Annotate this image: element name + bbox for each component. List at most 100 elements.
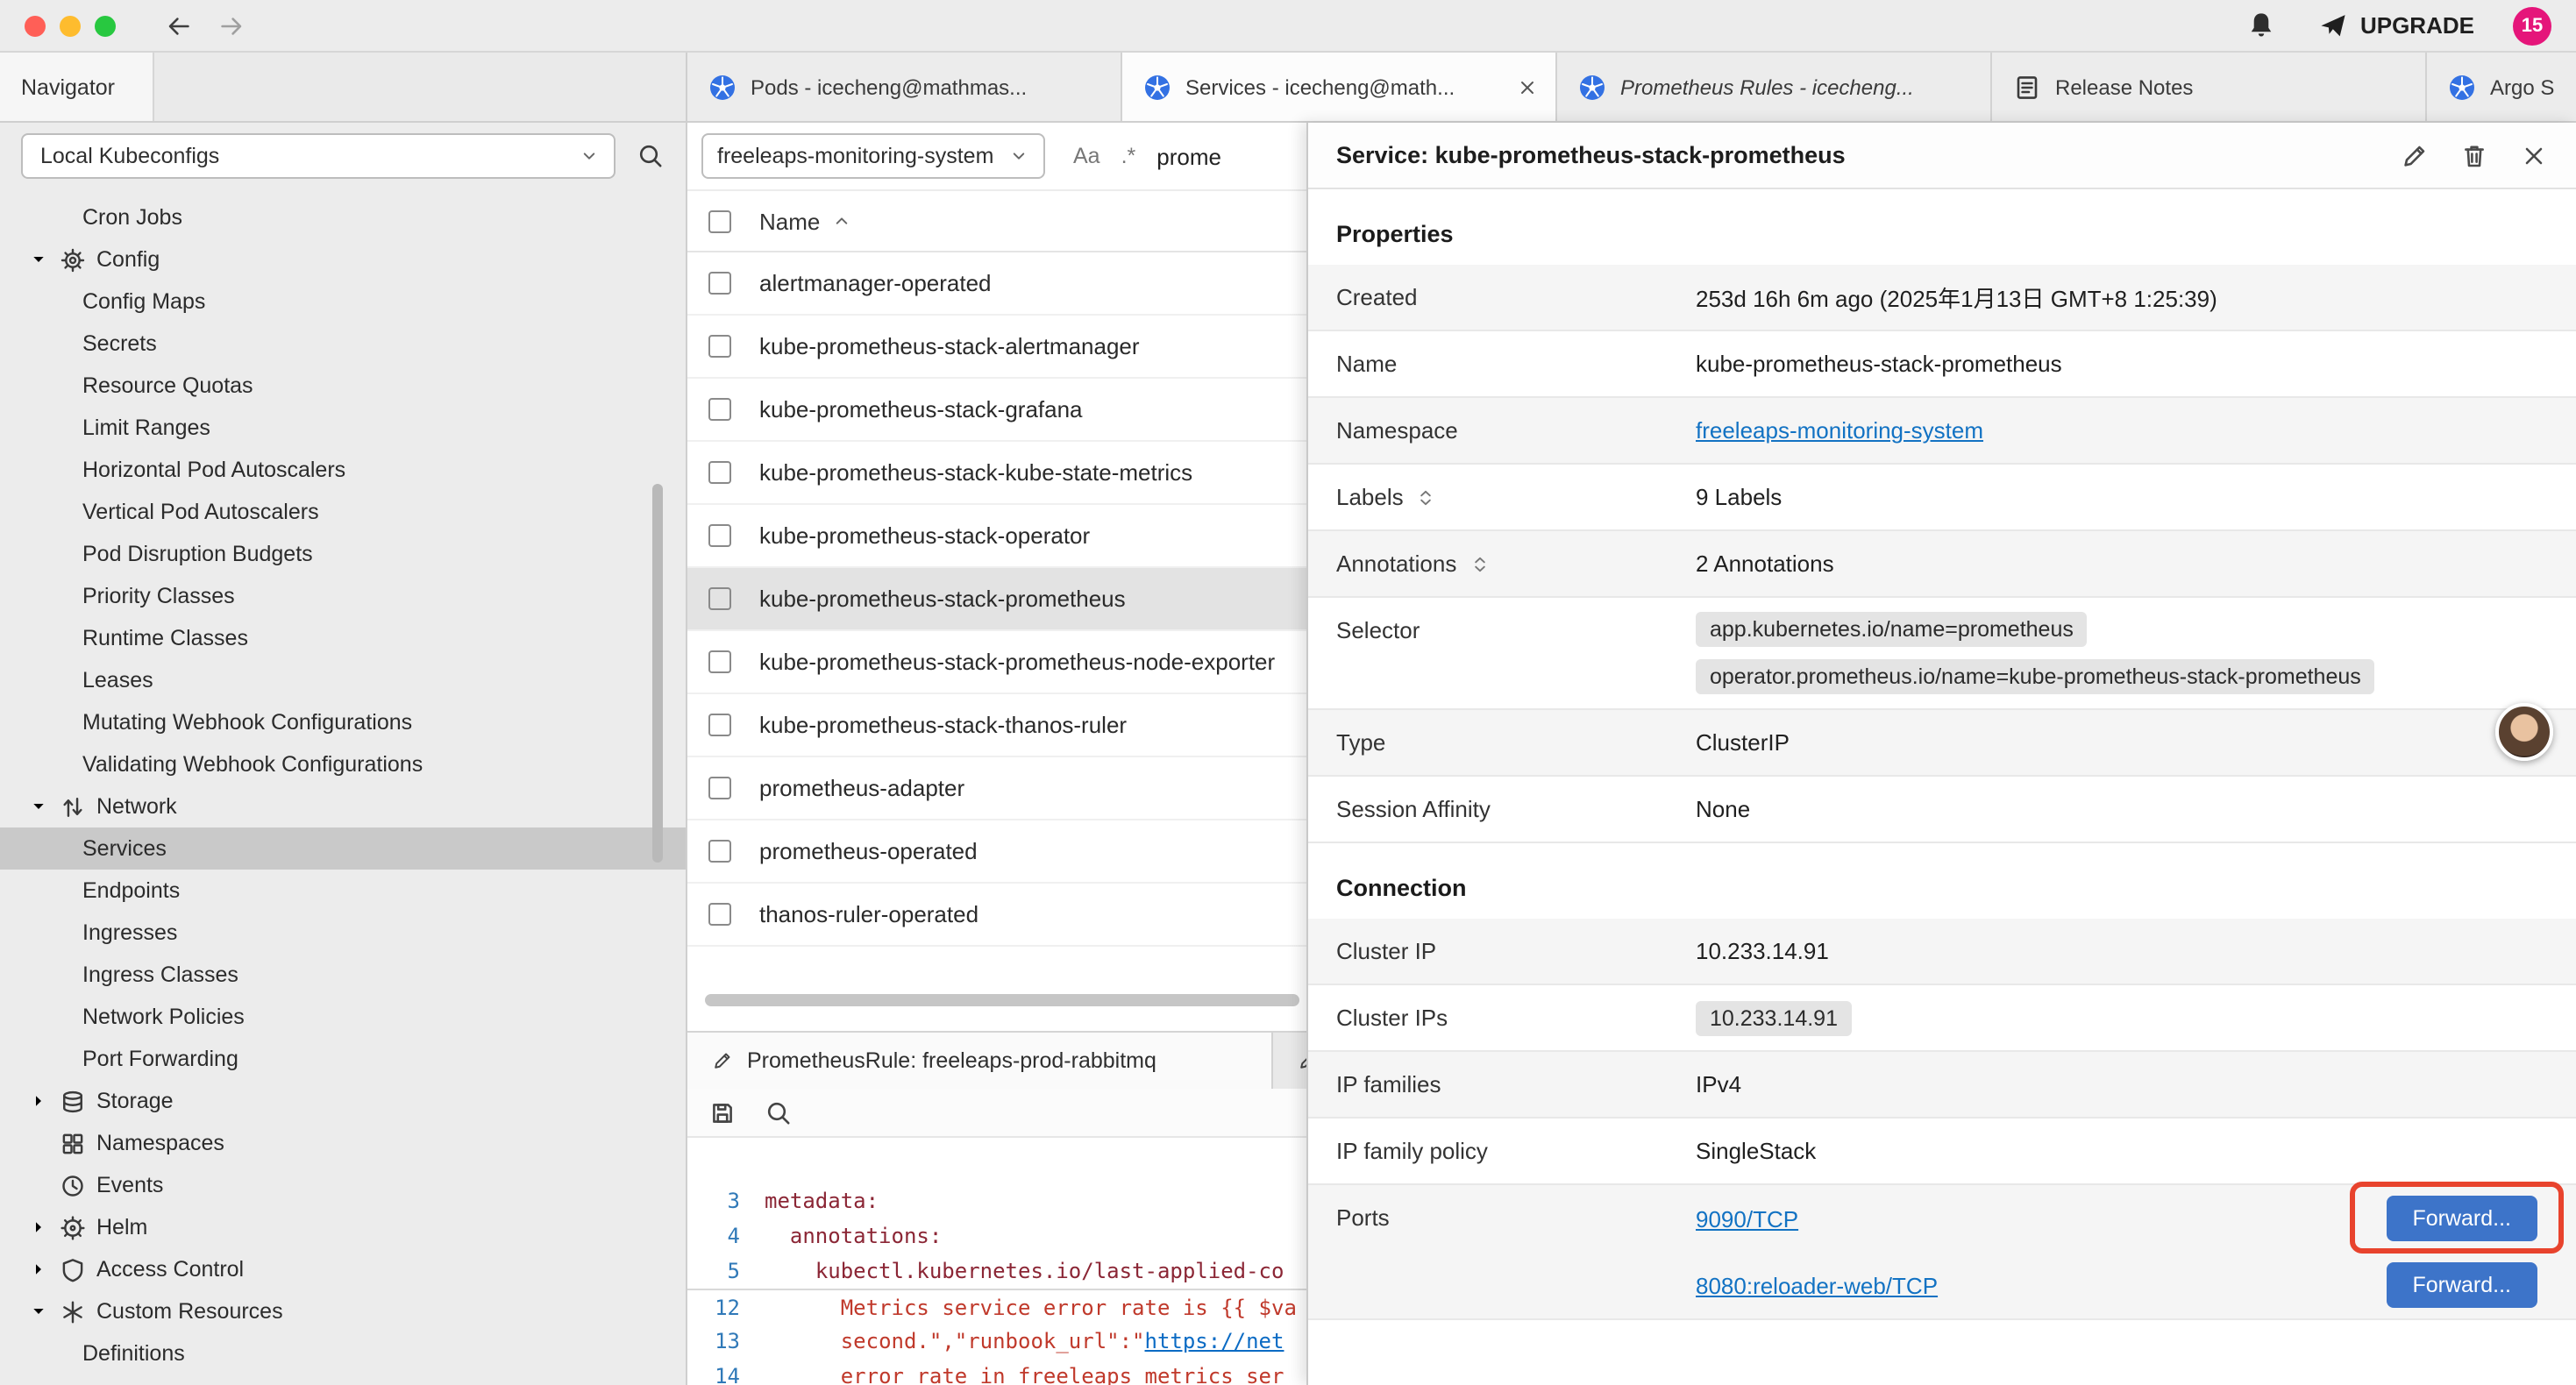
expand-updown-icon[interactable] xyxy=(1416,487,1437,508)
sidebar-item-access-control[interactable]: Access Control xyxy=(0,1248,686,1290)
user-avatar[interactable] xyxy=(2495,703,2553,761)
sidebar-item-vertical-pod-autoscalers[interactable]: Vertical Pod Autoscalers xyxy=(0,491,686,533)
service-row-kube-prometheus-stack-thanos-ruler[interactable]: kube-prometheus-stack-thanos-ruler xyxy=(687,694,1306,757)
save-icon[interactable] xyxy=(708,1098,737,1126)
upgrade-button[interactable]: UPGRADE xyxy=(2318,11,2474,40)
sidebar-item-mutating-webhook-configurations[interactable]: Mutating Webhook Configurations xyxy=(0,701,686,743)
port-link[interactable]: 8080:reloader-web/TCP xyxy=(1696,1272,1938,1298)
service-row-kube-prometheus-stack-prometheus-node-exporter[interactable]: kube-prometheus-stack-prometheus-node-ex… xyxy=(687,631,1306,694)
tab-pods-icecheng-mathmas[interactable]: Pods - icecheng@mathmas... xyxy=(687,53,1122,121)
sidebar-item-storage[interactable]: Storage xyxy=(0,1080,686,1122)
sidebar-item-endpoints[interactable]: Endpoints xyxy=(0,870,686,912)
service-row-alertmanager-operated[interactable]: alertmanager-operated xyxy=(687,252,1306,316)
sidebar-item-services[interactable]: Services xyxy=(0,827,686,870)
yaml-editor[interactable]: 3metadata:4 annotations:5 kubectl.kubern… xyxy=(687,1138,1306,1385)
tab-services-icecheng-math[interactable]: Services - icecheng@math... xyxy=(1122,53,1557,121)
scrollbar-thumb[interactable] xyxy=(705,994,1299,1006)
kubeconfig-select[interactable]: Local Kubeconfigs xyxy=(21,133,616,179)
window-close-button[interactable] xyxy=(25,15,46,36)
row-checkbox[interactable] xyxy=(708,650,731,673)
sidebar-item-cron-jobs[interactable]: Cron Jobs xyxy=(0,196,686,238)
sidebar-item-port-forwarding[interactable]: Port Forwarding xyxy=(0,1038,686,1080)
row-checkbox[interactable] xyxy=(708,335,731,358)
sidebar-item-network[interactable]: Network xyxy=(0,785,686,827)
chevron-right-icon[interactable] xyxy=(28,1217,49,1238)
tab-prometheus-rules-icecheng[interactable]: Prometheus Rules - icecheng... xyxy=(1557,53,1992,121)
sidebar-item-ingress-classes[interactable]: Ingress Classes xyxy=(0,954,686,996)
sidebar-item-config-maps[interactable]: Config Maps xyxy=(0,281,686,323)
row-checkbox[interactable] xyxy=(708,903,731,926)
name-column-header[interactable]: Name xyxy=(759,208,851,234)
forward-button[interactable]: Forward... xyxy=(2386,1196,2537,1241)
service-row-prometheus-adapter[interactable]: prometheus-adapter xyxy=(687,757,1306,820)
sidebar-item-definitions[interactable]: Definitions xyxy=(0,1332,686,1374)
navigator-tab[interactable]: Navigator xyxy=(0,53,154,121)
sidebar-item-pod-disruption-budgets[interactable]: Pod Disruption Budgets xyxy=(0,533,686,575)
edit-resource-icon[interactable] xyxy=(2401,141,2429,169)
match-case-toggle[interactable]: Aa xyxy=(1073,144,1100,168)
tab-argo-s[interactable]: Argo S xyxy=(2427,53,2576,121)
drawer-row-ip-families: IP familiesIPv4 xyxy=(1308,1052,2576,1119)
expand-updown-icon[interactable] xyxy=(1469,553,1490,574)
tab-release-notes[interactable]: Release Notes xyxy=(1992,53,2427,121)
row-checkbox[interactable] xyxy=(708,461,731,484)
forward-icon[interactable] xyxy=(217,11,246,39)
notification-count-badge[interactable]: 15 xyxy=(2513,6,2551,45)
sidebar-item-limit-ranges[interactable]: Limit Ranges xyxy=(0,407,686,449)
sidebar-item-namespaces[interactable]: Namespaces xyxy=(0,1122,686,1164)
regex-toggle[interactable]: .* xyxy=(1121,144,1136,168)
namespace-link[interactable]: freeleaps-monitoring-system xyxy=(1696,417,1983,444)
forward-button[interactable]: Forward... xyxy=(2386,1262,2537,1308)
port-link[interactable]: 9090/TCP xyxy=(1696,1205,1798,1232)
search-query-input[interactable]: prome xyxy=(1156,143,1221,169)
chevron-right-icon[interactable] xyxy=(28,1259,49,1280)
service-row-kube-prometheus-stack-grafana[interactable]: kube-prometheus-stack-grafana xyxy=(687,379,1306,442)
sidebar-item-network-policies[interactable]: Network Policies xyxy=(0,996,686,1038)
sidebar-item-horizontal-pod-autoscalers[interactable]: Horizontal Pod Autoscalers xyxy=(0,449,686,491)
service-row-thanos-ruler-operated[interactable]: thanos-ruler-operated xyxy=(687,884,1306,947)
close-icon[interactable] xyxy=(1517,76,1538,97)
sidebar-item-ingresses[interactable]: Ingresses xyxy=(0,912,686,954)
row-checkbox[interactable] xyxy=(708,587,731,610)
namespace-filter-select[interactable]: freeleaps-monitoring-system xyxy=(701,133,1045,179)
close-drawer-icon[interactable] xyxy=(2520,141,2548,169)
sidebar-item-validating-webhook-configurations[interactable]: Validating Webhook Configurations xyxy=(0,743,686,785)
sidebar-item-events[interactable]: Events xyxy=(0,1164,686,1206)
chevron-down-icon[interactable] xyxy=(28,249,49,270)
row-checkbox[interactable] xyxy=(708,840,731,863)
sidebar-item-resource-quotas[interactable]: Resource Quotas xyxy=(0,365,686,407)
service-row-kube-prometheus-stack-kube-state-metrics[interactable]: kube-prometheus-stack-kube-state-metrics xyxy=(687,442,1306,505)
editor-tab-prometheusrule[interactable]: PrometheusRule: freeleaps-prod-rabbitmq xyxy=(687,1033,1273,1089)
editor-tab-next[interactable] xyxy=(1273,1033,1306,1089)
chevron-right-icon[interactable] xyxy=(28,1090,49,1112)
select-all-checkbox[interactable] xyxy=(708,210,731,232)
sidebar-scrollbar[interactable] xyxy=(652,484,663,863)
service-row-prometheus-operated[interactable]: prometheus-operated xyxy=(687,820,1306,884)
service-row-kube-prometheus-stack-alertmanager[interactable]: kube-prometheus-stack-alertmanager xyxy=(687,316,1306,379)
service-row-kube-prometheus-stack-operator[interactable]: kube-prometheus-stack-operator xyxy=(687,505,1306,568)
window-zoom-button[interactable] xyxy=(95,15,116,36)
sidebar-item-leases[interactable]: Leases xyxy=(0,659,686,701)
chevron-down-icon[interactable] xyxy=(28,1301,49,1322)
sidebar-item-helm[interactable]: Helm xyxy=(0,1206,686,1248)
editor-search-icon[interactable] xyxy=(765,1098,793,1126)
row-checkbox[interactable] xyxy=(708,398,731,421)
sidebar-item-runtime-classes[interactable]: Runtime Classes xyxy=(0,617,686,659)
service-row-kube-prometheus-stack-prometheus[interactable]: kube-prometheus-stack-prometheus xyxy=(687,568,1306,631)
window-minimize-button[interactable] xyxy=(60,15,81,36)
search-icon[interactable] xyxy=(637,142,665,170)
row-checkbox[interactable] xyxy=(708,777,731,799)
pencil-icon xyxy=(1298,1050,1306,1071)
sidebar-item-secrets[interactable]: Secrets xyxy=(0,323,686,365)
horizontal-scrollbar[interactable] xyxy=(687,994,1306,1006)
delete-resource-icon[interactable] xyxy=(2460,141,2488,169)
sidebar-item-custom-resources[interactable]: Custom Resources xyxy=(0,1290,686,1332)
chevron-down-icon[interactable] xyxy=(28,796,49,817)
bell-icon[interactable] xyxy=(2246,11,2276,40)
row-checkbox[interactable] xyxy=(708,272,731,295)
back-icon[interactable] xyxy=(165,11,193,39)
sidebar-item-priority-classes[interactable]: Priority Classes xyxy=(0,575,686,617)
sidebar-item-config[interactable]: Config xyxy=(0,238,686,281)
row-checkbox[interactable] xyxy=(708,524,731,547)
row-checkbox[interactable] xyxy=(708,714,731,736)
